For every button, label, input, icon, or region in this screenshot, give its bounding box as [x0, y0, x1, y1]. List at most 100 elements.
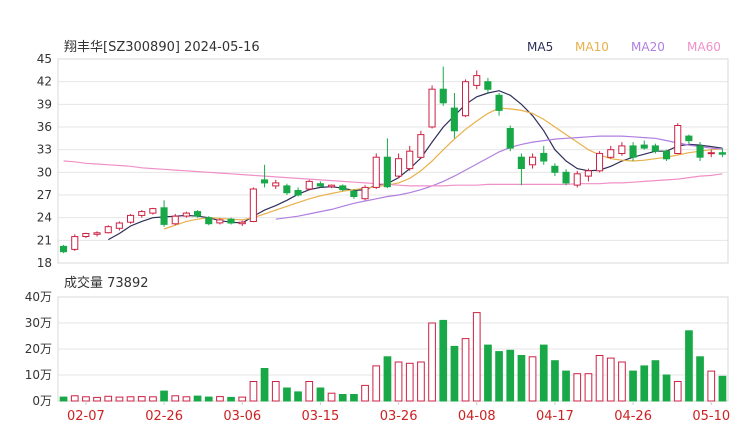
- candle: [529, 153, 537, 169]
- candle-body: [640, 144, 648, 149]
- candle: [60, 244, 68, 254]
- candle: [573, 170, 581, 188]
- volume-bar: [629, 370, 637, 402]
- volume-label: 成交量 73892: [64, 275, 149, 291]
- candle: [517, 153, 525, 186]
- candle-body: [171, 215, 179, 225]
- candle-body: [272, 182, 280, 187]
- candle-body: [350, 190, 358, 197]
- candle-body: [562, 171, 570, 184]
- volume-bar: [383, 356, 392, 402]
- volume-bar: [338, 394, 347, 402]
- candle-body: [160, 207, 168, 225]
- volume-bar: [216, 396, 224, 402]
- candle: [104, 225, 112, 234]
- candle-body: [283, 185, 291, 194]
- candle: [127, 213, 135, 224]
- candle: [439, 66, 447, 106]
- volume-bar: [707, 370, 716, 402]
- candle: [640, 140, 648, 150]
- date-tick-label: 03-06: [223, 409, 261, 424]
- volume-bar: [618, 361, 626, 402]
- date-tick-label: 03-15: [302, 409, 340, 424]
- ma-legend: MA5 MA10 MA20 MA60: [527, 40, 721, 54]
- candle: [417, 130, 425, 159]
- candle-body: [127, 214, 135, 223]
- candle: [551, 163, 559, 177]
- candle-body: [205, 217, 213, 225]
- price-tick-label: 45: [37, 52, 52, 66]
- candle-body: [238, 221, 246, 225]
- volume-bars: [59, 312, 727, 402]
- candle: [428, 85, 436, 129]
- candle: [685, 134, 693, 144]
- volume-bar: [193, 395, 202, 402]
- volume-bar: [171, 395, 180, 402]
- chart-canvas: 翔丰华[SZ300890] 2024-05-16 MA5 MA10 MA20 MA60…: [25, 40, 730, 424]
- candle-body: [339, 185, 347, 191]
- candle-body: [406, 150, 414, 170]
- candle-body: [551, 165, 559, 173]
- date-tick-label: 03-26: [380, 409, 418, 424]
- volume-bar: [640, 365, 649, 402]
- candle: [272, 179, 280, 189]
- volume-bar: [517, 355, 526, 402]
- candle-body: [607, 149, 615, 158]
- candle: [372, 153, 380, 189]
- candle: [506, 125, 514, 152]
- volume-bar: [439, 319, 448, 402]
- volume-bar: [93, 396, 101, 402]
- volume-bar: [428, 322, 436, 402]
- candle-body: [227, 218, 235, 224]
- legend-ma10: MA10: [575, 40, 609, 54]
- candle: [194, 210, 202, 218]
- legend-ma20: MA20: [631, 40, 665, 54]
- candle-body: [316, 183, 324, 187]
- candle-body: [651, 145, 659, 152]
- candle: [216, 218, 224, 225]
- candle-body: [473, 75, 481, 86]
- candle-body: [629, 145, 637, 158]
- candle-body: [685, 135, 693, 142]
- candle-body: [294, 190, 302, 196]
- volume-bar: [372, 365, 381, 402]
- candle: [149, 207, 157, 215]
- price-grid: 18 21 24 27 30 33 36 39 42 45: [37, 52, 729, 270]
- candle: [383, 138, 391, 189]
- candle: [205, 216, 213, 226]
- candle: [160, 200, 168, 227]
- volume-bar: [696, 356, 704, 402]
- candle-body: [261, 179, 269, 184]
- volume-bar: [59, 396, 68, 402]
- candle: [283, 183, 291, 195]
- volume-bar: [182, 396, 191, 402]
- candle: [316, 181, 324, 188]
- volume-bar: [528, 356, 537, 402]
- candle-body: [249, 188, 257, 222]
- stock-chart: 翔丰华[SZ300890] 2024-05-16 MA5 MA10 MA20 MA60…: [0, 0, 740, 440]
- volume-bar: [305, 381, 314, 402]
- candle: [607, 145, 615, 159]
- price-tick-label: 24: [37, 211, 52, 225]
- volume-bar: [82, 396, 90, 402]
- candle-body: [194, 211, 202, 217]
- volume-bar: [204, 396, 213, 402]
- volume-bar: [495, 351, 503, 402]
- candle: [361, 185, 369, 201]
- candle-body: [462, 81, 470, 117]
- volume-bar: [283, 387, 291, 402]
- candle-body: [138, 211, 146, 216]
- candle: [182, 211, 190, 218]
- chart-title: 翔丰华[SZ300890] 2024-05-16: [64, 40, 260, 55]
- volume-bar: [484, 344, 492, 402]
- ma-line-ma60: [63, 160, 723, 187]
- candle-body: [584, 170, 592, 177]
- candle-body: [428, 88, 436, 128]
- volume-bar: [461, 338, 470, 402]
- volume-bar: [417, 361, 425, 402]
- candle: [395, 153, 403, 179]
- candle-body: [707, 152, 715, 155]
- candle: [707, 149, 715, 158]
- candle: [596, 151, 604, 173]
- volume-bar: [673, 381, 682, 402]
